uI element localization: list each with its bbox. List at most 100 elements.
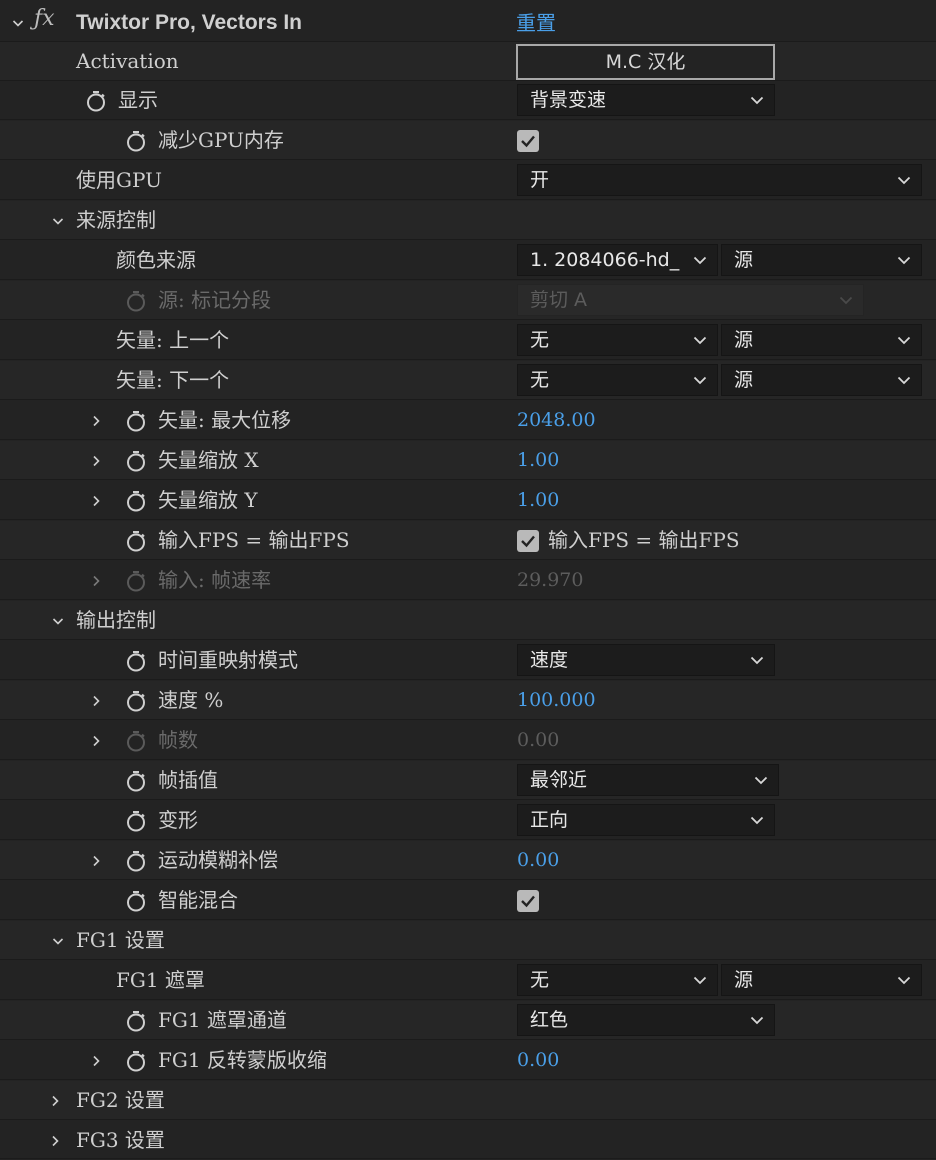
stopwatch-icon[interactable] [125,410,147,432]
time-remap-mode-value: 速度 [530,649,569,671]
fx-icon[interactable]: ƒx [34,6,55,31]
stopwatch-icon[interactable] [125,690,147,712]
fg3-label: FG3 设置 [76,1128,165,1152]
use-gpu-label: 使用GPU [76,168,162,192]
chevron-right-icon[interactable] [88,681,104,720]
fg1-mask-channel-dropdown[interactable]: 红色 [517,1004,775,1036]
chevron-down-icon [754,774,768,786]
fg2-label: FG2 设置 [76,1088,165,1112]
fg1-mask-source-value: 源 [734,969,754,991]
fg1-mask-label: FG1 遮罩 [116,968,205,992]
chevron-down-icon [693,374,707,386]
display-label: 显示 [118,88,158,112]
input-eq-output-fps-label: 输入FPS = 输出FPS [158,528,350,552]
reset-link[interactable]: 重置 [516,0,556,46]
output-control-group-row: 输出控制 [0,601,936,640]
stopwatch-icon[interactable] [85,90,107,112]
speed-label: 速度 % [158,688,224,712]
chevron-right-icon[interactable] [88,441,104,480]
smart-blend-label: 智能混合 [158,888,238,912]
frame-interp-label: 帧插值 [158,768,218,792]
display-value: 背景变速 [530,89,607,111]
chevron-down-icon [750,94,764,106]
color-source-row: 颜色来源 1. 2084066-hd_19 源 [0,241,936,280]
chevron-down-icon[interactable] [50,921,66,960]
input-eq-output-fps-checkbox[interactable] [517,530,539,552]
chevron-down-icon[interactable] [50,601,66,640]
fg1-label: FG1 设置 [76,928,165,952]
stopwatch-icon[interactable] [125,810,147,832]
speed-value[interactable]: 100.000 [517,681,596,720]
activation-button[interactable]: M.C 汉化 [516,44,775,80]
motion-blur-comp-row: 运动模糊补偿 0.00 [0,841,936,880]
speed-row: 速度 % 100.000 [0,681,936,720]
use-gpu-value: 开 [530,169,550,191]
motion-blur-comp-value[interactable]: 0.00 [517,841,559,880]
reduce-gpu-memory-checkbox[interactable] [517,130,539,152]
stopwatch-icon[interactable] [125,1050,147,1072]
fg1-invert-shrink-value[interactable]: 0.00 [517,1041,559,1080]
stopwatch-icon [125,290,147,312]
frame-interp-row: 帧插值 最邻近 [0,761,936,800]
color-source-label: 颜色来源 [116,248,196,272]
chevron-right-icon[interactable] [47,1081,63,1120]
use-gpu-dropdown[interactable]: 开 [517,164,922,196]
vector-next-layer-dropdown[interactable]: 无 [517,364,718,396]
smart-blend-row: 智能混合 [0,881,936,920]
vector-prev-layer-value: 无 [530,329,550,351]
chevron-right-icon[interactable] [47,1121,63,1160]
vector-scale-x-value[interactable]: 1.00 [517,441,559,480]
chevron-right-icon[interactable] [88,721,104,760]
chevron-right-icon[interactable] [88,1041,104,1080]
warping-dropdown[interactable]: 正向 [517,804,775,836]
stopwatch-icon[interactable] [125,1010,147,1032]
vector-scale-x-row: 矢量缩放 X 1.00 [0,441,936,480]
frames-value: 0.00 [517,729,560,751]
stopwatch-icon[interactable] [125,650,147,672]
stopwatch-icon[interactable] [125,890,147,912]
vector-next-source-value: 源 [734,369,754,391]
smart-blend-checkbox[interactable] [517,890,539,912]
display-dropdown[interactable]: 背景变速 [517,84,775,116]
checkmark-icon [520,894,536,908]
time-remap-mode-dropdown[interactable]: 速度 [517,644,775,676]
chevron-right-icon[interactable] [88,401,104,440]
vector-prev-layer-dropdown[interactable]: 无 [517,324,718,356]
display-row: 显示 背景变速 [0,81,936,120]
fg1-invert-shrink-row: FG1 反转蒙版收缩 0.00 [0,1041,936,1080]
chevron-down-icon [897,334,911,346]
input-frame-rate-label: 输入: 帧速率 [158,568,272,592]
chevron-right-icon[interactable] [88,481,104,520]
stopwatch-icon [125,570,147,592]
stopwatch-icon[interactable] [125,770,147,792]
stopwatch-icon[interactable] [125,530,147,552]
output-control-label: 输出控制 [76,608,156,632]
input-frame-rate-value: 29.970 [517,569,584,591]
color-source-source-dropdown[interactable]: 源 [721,244,922,276]
stopwatch-icon[interactable] [125,850,147,872]
checkmark-icon [520,134,536,148]
stopwatch-icon[interactable] [125,450,147,472]
vector-next-source-dropdown[interactable]: 源 [721,364,922,396]
color-source-layer-dropdown[interactable]: 1. 2084066-hd_19 [517,244,718,276]
chevron-down-icon [897,974,911,986]
color-source-source-value: 源 [734,249,754,271]
effect-header-row: ƒx Twixtor Pro, Vectors In 重置 [0,0,936,42]
vector-scale-y-value[interactable]: 1.00 [517,481,559,520]
frame-interp-dropdown[interactable]: 最邻近 [517,764,779,796]
source-marker-dropdown: 剪切 A [517,284,864,316]
stopwatch-icon[interactable] [125,490,147,512]
vector-max-disp-value[interactable]: 2048.00 [517,401,596,440]
stopwatch-icon[interactable] [125,130,147,152]
chevron-down-icon [839,294,853,306]
source-marker-row: 源: 标记分段 剪切 A [0,281,936,320]
input-eq-output-fps-checkbox-label[interactable]: 输入FPS = 输出FPS [548,521,740,560]
input-frame-rate-row: 输入: 帧速率 29.970 [0,561,936,600]
vector-prev-source-dropdown[interactable]: 源 [721,324,922,356]
time-remap-mode-row: 时间重映射模式 速度 [0,641,936,680]
chevron-down-icon[interactable] [50,201,66,240]
fg1-mask-layer-dropdown[interactable]: 无 [517,964,718,996]
chevron-down-icon[interactable] [10,0,26,46]
chevron-right-icon[interactable] [88,841,104,880]
fg1-mask-source-dropdown[interactable]: 源 [721,964,922,996]
